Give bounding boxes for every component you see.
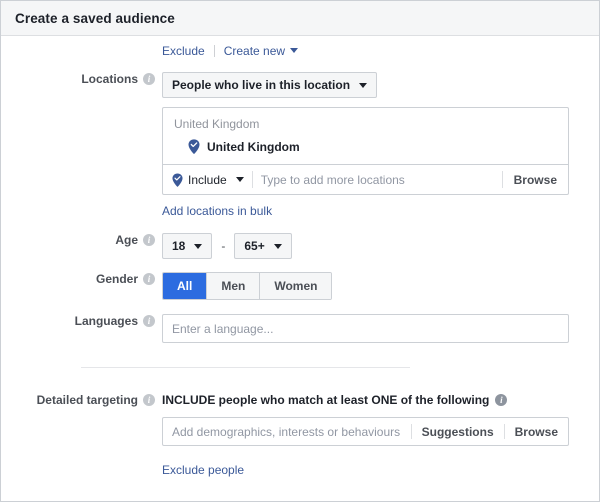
- info-icon[interactable]: i: [143, 273, 155, 285]
- saved-audience-links-row: Exclude Create new: [1, 41, 599, 61]
- chevron-down-icon: [359, 82, 368, 88]
- create-new-dropdown[interactable]: Create new: [223, 42, 299, 60]
- map-pin-check-icon: [172, 172, 183, 187]
- locations-label-wrap: Locations i: [1, 72, 162, 86]
- age-min-value: 18: [172, 239, 186, 253]
- gender-label-wrap: Gender i: [1, 272, 162, 286]
- bulk-link-wrap: Add locations in bulk: [162, 202, 599, 220]
- gender-option-women[interactable]: Women: [259, 273, 332, 299]
- age-row: Age i 18 - 65+: [1, 233, 599, 259]
- section-divider-wrap: [1, 367, 599, 368]
- create-saved-audience-panel: Create a saved audience Exclude Create n…: [0, 0, 600, 502]
- detailed-targeting-browse-button[interactable]: Browse: [505, 425, 568, 439]
- info-icon[interactable]: i: [143, 315, 155, 327]
- location-mode-dropdown[interactable]: People who live in this location: [162, 72, 378, 98]
- info-icon[interactable]: i: [495, 394, 508, 406]
- age-label: Age: [115, 233, 138, 247]
- gender-option-all[interactable]: All: [163, 273, 207, 299]
- detailed-targeting-input[interactable]: [163, 424, 411, 439]
- gender-label: Gender: [95, 272, 138, 286]
- languages-input[interactable]: [162, 314, 569, 343]
- include-label: Include: [188, 172, 227, 187]
- location-input-row: Include Browse: [163, 164, 568, 194]
- chevron-down-icon: [194, 243, 203, 249]
- exclude-people-link[interactable]: Exclude people: [162, 463, 244, 477]
- section-divider: [81, 367, 410, 368]
- chevron-down-icon: [273, 243, 282, 249]
- include-exclude-dropdown[interactable]: Include: [163, 173, 252, 187]
- gender-row: Gender i All Men Women: [1, 272, 599, 300]
- chevron-down-icon: [290, 48, 299, 54]
- location-group-title: United Kingdom: [174, 117, 260, 131]
- locations-field: People who live in this location United …: [162, 72, 599, 220]
- detailed-targeting-heading-text: INCLUDE people who match at least ONE of…: [162, 393, 490, 407]
- detailed-targeting-label-wrap: Detailed targeting i: [1, 393, 162, 407]
- detailed-targeting-input-box: Suggestions Browse: [162, 417, 569, 446]
- detailed-targeting-heading: INCLUDE people who match at least ONE of…: [162, 393, 599, 407]
- location-mode-value: People who live in this location: [172, 78, 351, 92]
- exclude-link[interactable]: Exclude: [162, 44, 205, 58]
- detailed-targeting-label: Detailed targeting: [36, 393, 138, 407]
- languages-label: Languages: [74, 314, 138, 328]
- detailed-targeting-row: Detailed targeting i INCLUDE people who …: [1, 393, 599, 479]
- create-new-label: Create new: [223, 44, 286, 58]
- age-max-value: 65+: [244, 239, 265, 253]
- audience-form: Exclude Create new Locations i People wh…: [1, 41, 599, 479]
- info-icon[interactable]: i: [143, 394, 155, 406]
- add-locations-input[interactable]: [252, 172, 502, 187]
- gender-segmented-control: All Men Women: [162, 272, 333, 300]
- locations-browse-button[interactable]: Browse: [503, 173, 568, 187]
- age-range-separator: -: [221, 239, 226, 253]
- gender-option-men[interactable]: Men: [206, 273, 260, 299]
- locations-row: Locations i People who live in this loca…: [1, 72, 599, 220]
- gender-field: All Men Women: [162, 272, 599, 300]
- saved-audience-links: Exclude Create new: [162, 41, 599, 61]
- add-locations-in-bulk-link[interactable]: Add locations in bulk: [162, 204, 272, 218]
- page-title: Create a saved audience: [15, 10, 175, 26]
- languages-row: Languages i: [1, 314, 599, 343]
- age-field: 18 - 65+: [162, 233, 599, 259]
- link-divider: [213, 45, 215, 57]
- languages-field: [162, 314, 599, 343]
- age-max-dropdown[interactable]: 65+: [234, 233, 292, 259]
- age-label-wrap: Age i: [1, 233, 162, 247]
- locations-label: Locations: [81, 72, 138, 86]
- info-icon[interactable]: i: [143, 73, 155, 85]
- location-group: United Kingdom United Kingdom: [163, 108, 568, 164]
- locations-box: United Kingdom United Kingdom Include Ty…: [162, 107, 569, 195]
- selected-location-item[interactable]: United Kingdom: [174, 139, 557, 154]
- selected-location-label: United Kingdom: [207, 139, 300, 154]
- map-pin-check-icon: [188, 139, 200, 154]
- info-icon[interactable]: i: [143, 234, 155, 246]
- panel-header: Create a saved audience: [1, 1, 599, 36]
- languages-label-wrap: Languages i: [1, 314, 162, 328]
- suggestions-button[interactable]: Suggestions: [412, 425, 504, 439]
- chevron-down-icon: [235, 177, 244, 182]
- detailed-targeting-field: INCLUDE people who match at least ONE of…: [162, 393, 599, 479]
- age-min-dropdown[interactable]: 18: [162, 233, 213, 259]
- exclude-people-wrap: Exclude people: [162, 461, 599, 479]
